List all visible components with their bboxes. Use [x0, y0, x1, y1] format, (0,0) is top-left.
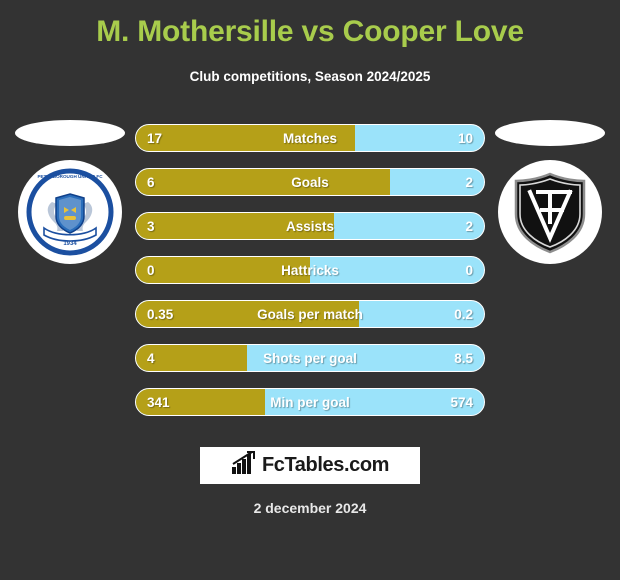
stat-label: Goals — [291, 174, 329, 190]
stat-comparison-chart: 17 Matches 10 6 Goals 2 3 Assists 2 0 Ha… — [135, 124, 485, 432]
stat-away-value: 10 — [457, 130, 473, 146]
stat-row: 0 Hattricks 0 — [135, 256, 485, 284]
stat-label: Shots per goal — [263, 350, 357, 366]
home-crest-ellipse-decoration — [15, 120, 125, 146]
stat-row: 6 Goals 2 — [135, 168, 485, 196]
away-crest-ellipse-decoration — [495, 120, 605, 146]
page-title: M. Mothersille vs Cooper Love — [96, 15, 524, 48]
away-crest-column — [480, 112, 620, 282]
stat-label: Goals per match — [257, 306, 363, 322]
stat-label: Hattricks — [281, 262, 339, 278]
home-club-crest: 1934 PETERBOROUGH UNITED FC — [18, 160, 122, 264]
stat-label: Min per goal — [270, 394, 350, 410]
stat-row: 341 Min per goal 574 — [135, 388, 485, 416]
page-subtitle: Club competitions, Season 2024/2025 — [189, 69, 431, 84]
fctables-logo-text: FcTables.com — [261, 454, 390, 476]
stat-away-value: 574 — [450, 394, 473, 410]
stat-away-value: 8.5 — [454, 350, 473, 366]
fctables-logo[interactable]: FcTables.com — [200, 447, 420, 484]
svg-text:PETERBOROUGH UNITED FC: PETERBOROUGH UNITED FC — [37, 174, 103, 179]
stat-away-value: 2 — [465, 174, 473, 190]
home-crest-column: 1934 PETERBOROUGH UNITED FC — [0, 112, 140, 282]
stat-row: 17 Matches 10 — [135, 124, 485, 152]
stat-row: 4 Shots per goal 8.5 — [135, 344, 485, 372]
footer-date: 2 december 2024 — [253, 500, 367, 516]
stat-away-value: 2 — [465, 218, 473, 234]
stat-label: Assists — [285, 218, 335, 234]
away-club-crest — [498, 160, 602, 264]
stat-away-value: 0.2 — [454, 306, 473, 322]
stat-away-value: 0 — [465, 262, 473, 278]
bar-chart-icon — [231, 451, 257, 480]
stat-label: Matches — [282, 130, 338, 146]
svg-text:1934: 1934 — [63, 241, 77, 247]
stat-row: 0.35 Goals per match 0.2 — [135, 300, 485, 328]
stat-row: 3 Assists 2 — [135, 212, 485, 240]
